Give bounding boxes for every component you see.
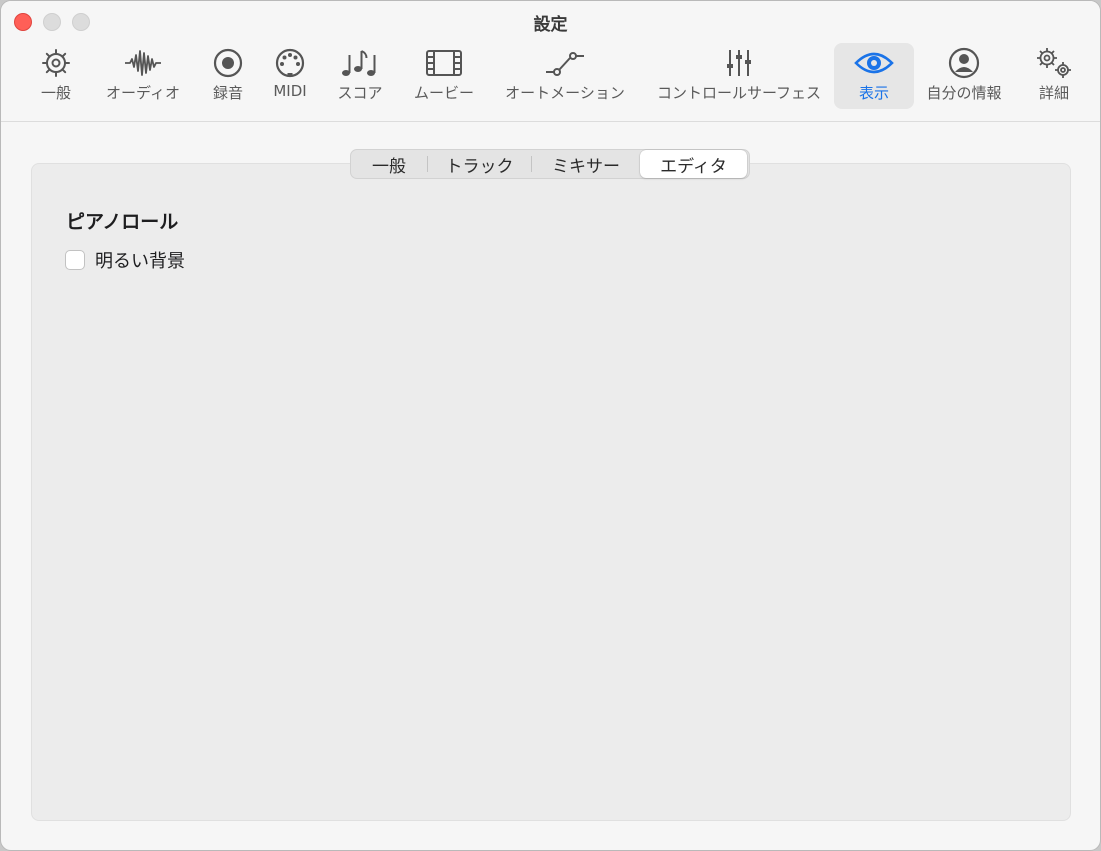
toolbar-item-movie[interactable]: ムービー [409,43,479,109]
toolbar-label: 一般 [40,84,71,102]
toolbar-label: オートメーション [505,84,625,102]
toolbar-item-audio[interactable]: オーディオ [99,43,187,109]
tab-general[interactable]: 一般 [351,150,427,178]
toolbar-item-display[interactable]: 表示 [834,43,914,109]
content-panel [31,163,1071,821]
record-icon [211,43,245,83]
automation-curve-icon [544,43,586,83]
music-notes-icon [340,43,380,83]
toolbar-item-control-surfaces[interactable]: コントロールサーフェス [649,43,829,109]
gear-icon [39,43,73,83]
window-title: 設定 [533,15,568,35]
toolbar-item-record[interactable]: 録音 [206,43,250,109]
toolbar-item-automation[interactable]: オートメーション [498,43,632,109]
toolbar-item-score[interactable]: スコア [332,43,388,109]
gears-icon [1034,43,1074,83]
sliders-icon [722,43,756,83]
settings-window: 設定 一般 オーディオ 録音 MIDI スコア ムービー オートメーション コン… [0,0,1101,851]
toolbar-label: 自分の情報 [926,84,1002,102]
toolbar-label: スコア [337,84,383,102]
toolbar-label: 録音 [212,84,243,102]
eye-icon [853,43,895,83]
person-icon [947,43,981,83]
film-icon [425,43,463,83]
toolbar-item-advanced[interactable]: 詳細 [1031,43,1077,109]
title-bar: 設定 一般 オーディオ 録音 MIDI スコア ムービー オートメーション コン… [1,1,1100,122]
toolbar-item-general[interactable]: 一般 [31,43,81,109]
tab-mixer[interactable]: ミキサー [532,150,640,178]
bright-background-label: 明るい背景 [95,251,185,272]
display-tabs: 一般 トラック ミキサー エディタ [350,149,750,179]
midi-connector-icon [273,43,307,83]
bright-background-checkbox[interactable] [65,250,85,270]
waveform-icon [123,43,163,83]
toolbar-label: MIDI [273,82,307,100]
section-title-piano-roll: ピアノロール [66,211,179,233]
toolbar-item-midi[interactable]: MIDI [267,43,313,109]
toolbar-label: コントロールサーフェス [656,84,822,102]
toolbar-label: ムービー [413,84,474,102]
toolbar-label: 表示 [858,84,889,102]
toolbar-label: オーディオ [106,84,180,102]
tab-editors[interactable]: エディタ [640,150,747,178]
bright-background-option[interactable]: 明るい背景 [65,247,185,273]
toolbar-item-my-info[interactable]: 自分の情報 [919,43,1009,109]
toolbar-label: 詳細 [1038,84,1069,102]
tab-tracks[interactable]: トラック [428,150,531,178]
